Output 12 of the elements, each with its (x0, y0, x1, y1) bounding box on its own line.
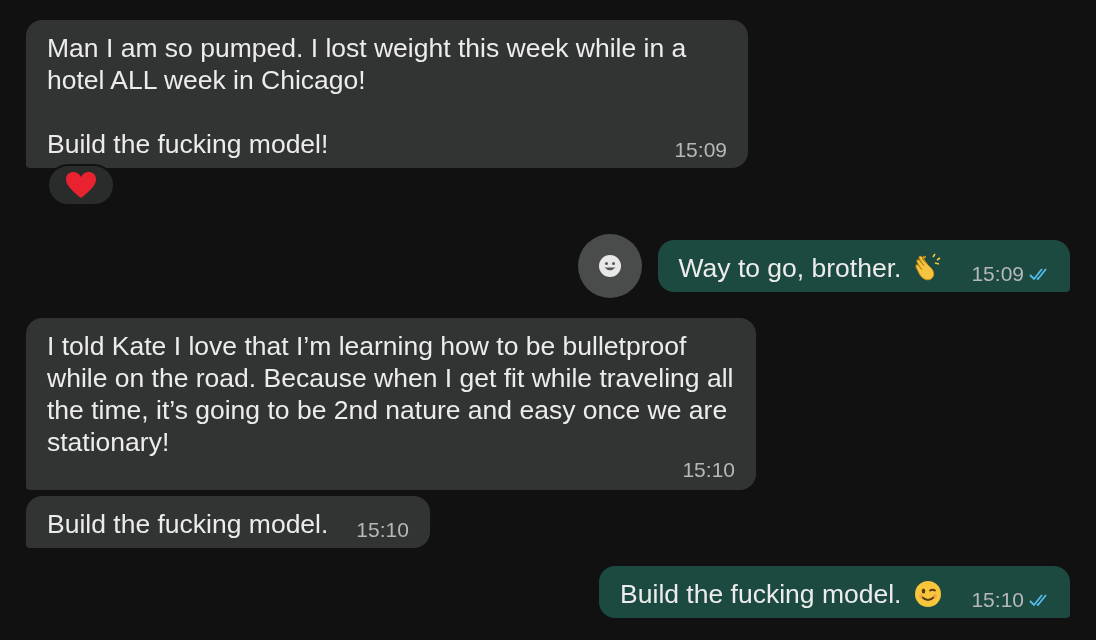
message-time: 15:10 (682, 457, 735, 483)
message-text: Build the fucking model! (47, 128, 329, 160)
message-text: Build the fucking model. (620, 578, 902, 610)
message-time: 15:10 (971, 587, 1024, 613)
message-text: Way to go, brother. (678, 252, 902, 284)
message-text: I told Kate I love that I’m learning how to be bulletproof while on the road. Because when I get fit while traveling all the time, it’s going to be 2nd nature and easy once we are stationary! (47, 330, 735, 458)
message-time: 15:10 (356, 517, 409, 543)
message-text: Build the fucking model. (47, 508, 329, 540)
message-time: 15:09 (674, 137, 727, 163)
message-text: Man I am so pumped. I lost weight this week while in a hotel ALL week in Chicago! (47, 32, 688, 96)
message-time: 15:09 (971, 261, 1024, 287)
smiley-icon (597, 254, 622, 278)
